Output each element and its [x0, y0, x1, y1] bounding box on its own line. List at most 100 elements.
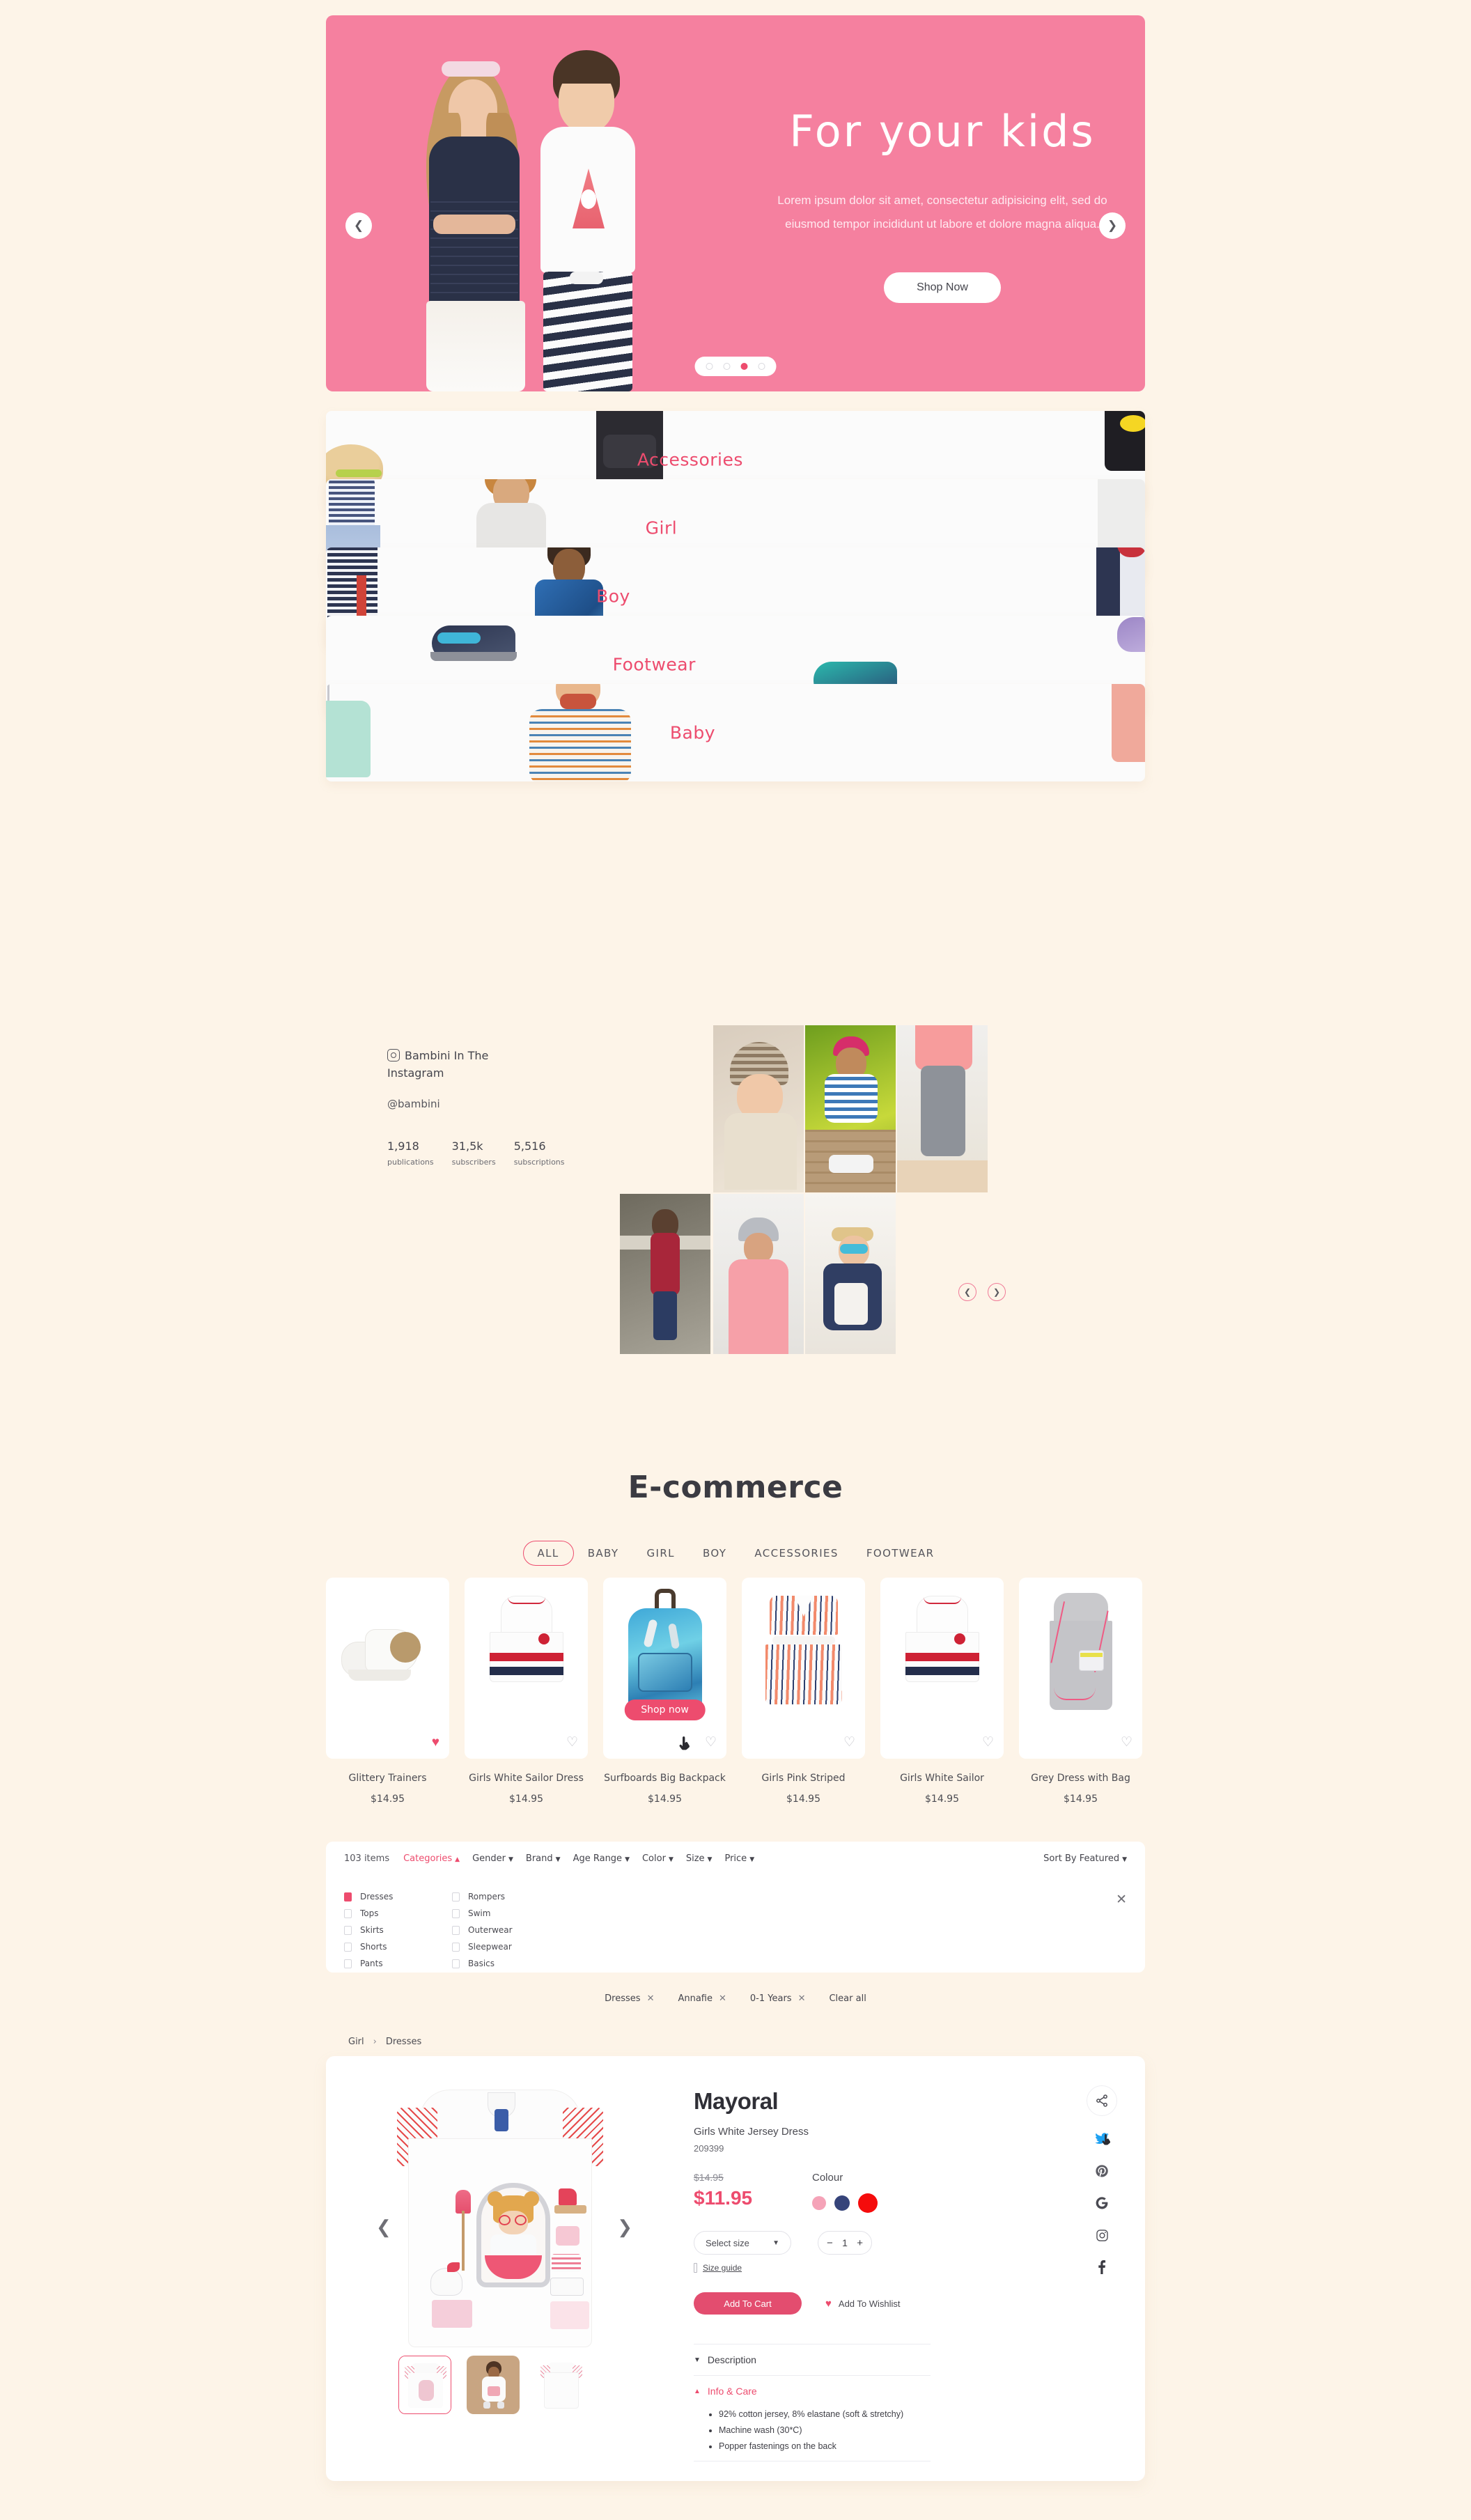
- pinterest-icon[interactable]: [1093, 2162, 1111, 2180]
- chip-annafie[interactable]: Annafie ✕: [678, 1993, 726, 2004]
- quantity-stepper[interactable]: − 1 +: [818, 2231, 872, 2255]
- size-guide-row[interactable]: Size guide: [694, 2263, 1028, 2273]
- filter-option-rompers[interactable]: Rompers: [452, 1892, 560, 1901]
- tab-girl[interactable]: GIRL: [633, 1541, 689, 1565]
- add-to-wishlist-button[interactable]: ♥ Add To Wishlist: [825, 2298, 901, 2310]
- filter-color[interactable]: Color ▼: [642, 1853, 674, 1864]
- instagram-photo[interactable]: [620, 1194, 710, 1354]
- wishlist-icon[interactable]: ♡: [982, 1736, 994, 1749]
- filter-option-swim[interactable]: Swim: [452, 1908, 560, 1918]
- close-icon[interactable]: ✕: [1116, 1893, 1127, 1906]
- filter-option-basics[interactable]: Basics: [452, 1959, 560, 1968]
- product-card[interactable]: ♡: [1019, 1578, 1142, 1759]
- hero-prev-button[interactable]: ❮: [345, 212, 372, 239]
- checkbox[interactable]: [344, 1925, 352, 1935]
- filter-option-dresses[interactable]: Dresses: [344, 1892, 452, 1901]
- hero-dot-3[interactable]: [740, 363, 748, 370]
- tab-boy[interactable]: BOY: [689, 1541, 740, 1565]
- wishlist-icon[interactable]: ♥: [432, 1736, 439, 1749]
- instagram-photo[interactable]: [897, 1025, 988, 1192]
- instagram-section: Bambini In The Instagram @bambini 1,918 …: [387, 1025, 1084, 1380]
- filter-categories[interactable]: Categories ▲: [403, 1853, 460, 1864]
- gallery-prev-button[interactable]: ❮: [376, 2218, 391, 2236]
- wishlist-icon[interactable]: ♡: [843, 1736, 855, 1749]
- product-card-hovered[interactable]: Shop now ♡: [603, 1578, 726, 1759]
- mouse-cursor-icon: [1102, 2134, 1111, 2145]
- hero-dot-2[interactable]: [723, 363, 731, 370]
- filter-age-range[interactable]: Age Range ▼: [573, 1853, 630, 1864]
- filter-price[interactable]: Price ▼: [724, 1853, 754, 1864]
- swatch-pink[interactable]: [812, 2196, 826, 2210]
- instagram-icon: [387, 1049, 400, 1061]
- filter-option-outerwear[interactable]: Outerwear: [452, 1925, 560, 1935]
- quantity-decrease-button[interactable]: −: [827, 2238, 833, 2248]
- checkbox[interactable]: [452, 1942, 460, 1952]
- google-icon[interactable]: [1093, 2194, 1111, 2212]
- category-banner-baby[interactable]: Baby: [326, 684, 1145, 781]
- checkbox[interactable]: [344, 1892, 352, 1901]
- checkbox[interactable]: [452, 1959, 460, 1968]
- add-to-cart-button[interactable]: Add To Cart: [694, 2292, 802, 2315]
- hero-dot-4[interactable]: [758, 363, 765, 370]
- hero-next-button[interactable]: ❯: [1099, 212, 1126, 239]
- filter-size[interactable]: Size ▼: [686, 1853, 713, 1864]
- instagram-grid: [546, 1025, 988, 1354]
- instagram-stats: 1,918 publications 31,5k subscribers 5,5…: [387, 1140, 565, 1167]
- instagram-photo[interactable]: [713, 1194, 804, 1354]
- checkbox[interactable]: [452, 1925, 460, 1935]
- share-icon[interactable]: [1087, 2085, 1117, 2116]
- instagram-next-button[interactable]: ❯: [988, 1283, 1006, 1301]
- swatch-navy[interactable]: [834, 2195, 850, 2211]
- filter-option-sleepwear[interactable]: Sleepwear: [452, 1942, 560, 1952]
- thumbnail-2[interactable]: [467, 2356, 520, 2414]
- size-guide-link[interactable]: Size guide: [703, 2263, 742, 2273]
- twitter-icon[interactable]: [1093, 2130, 1111, 2148]
- checkbox[interactable]: [344, 1959, 352, 1968]
- instagram-handle: @bambini: [387, 1097, 440, 1110]
- tab-all[interactable]: ALL: [522, 1541, 574, 1566]
- accordion-info-care-header[interactable]: ▲ Info & Care: [694, 2376, 931, 2406]
- product-card[interactable]: ♡: [465, 1578, 588, 1759]
- accordion-description-header[interactable]: ▼ Description: [694, 2344, 931, 2375]
- thumbnail-1[interactable]: [398, 2356, 451, 2414]
- wishlist-icon[interactable]: ♡: [566, 1736, 578, 1749]
- checkbox[interactable]: [344, 1942, 352, 1952]
- tab-baby[interactable]: BABY: [574, 1541, 633, 1565]
- instagram-prev-button[interactable]: ❮: [958, 1283, 976, 1301]
- checkbox[interactable]: [452, 1892, 460, 1901]
- quantity-increase-button[interactable]: +: [857, 2238, 863, 2248]
- gallery-next-button[interactable]: ❯: [617, 2218, 632, 2236]
- swatch-red[interactable]: [858, 2193, 878, 2213]
- checkbox[interactable]: [344, 1908, 352, 1918]
- product-card[interactable]: ♥: [326, 1578, 449, 1759]
- shop-now-overlay-button[interactable]: Shop now: [624, 1700, 706, 1720]
- filter-gender[interactable]: Gender ▼: [472, 1853, 513, 1864]
- chip-age[interactable]: 0-1 Years ✕: [750, 1993, 806, 2004]
- product-card[interactable]: ♡: [742, 1578, 865, 1759]
- chip-dresses[interactable]: Dresses ✕: [605, 1993, 654, 2004]
- hero-shop-now-button[interactable]: Shop Now: [884, 272, 1001, 303]
- size-select[interactable]: Select size ▼: [694, 2231, 791, 2255]
- wishlist-icon[interactable]: ♡: [1121, 1736, 1133, 1749]
- chevron-down-icon: ▼: [1122, 1856, 1127, 1863]
- hero-dot-1[interactable]: [706, 363, 713, 370]
- instagram-icon[interactable]: [1093, 2226, 1111, 2244]
- clear-all-button[interactable]: Clear all: [829, 1993, 866, 2004]
- thumbnail-3[interactable]: [535, 2356, 588, 2414]
- breadcrumb-parent[interactable]: Girl: [348, 2037, 364, 2047]
- instagram-photo[interactable]: [805, 1194, 896, 1354]
- tab-accessories[interactable]: ACCESSORIES: [740, 1541, 853, 1565]
- facebook-icon[interactable]: [1093, 2258, 1111, 2276]
- filter-option-tops[interactable]: Tops: [344, 1908, 452, 1918]
- filter-option-skirts[interactable]: Skirts: [344, 1925, 452, 1935]
- checkbox[interactable]: [452, 1908, 460, 1918]
- product-card[interactable]: ♡: [880, 1578, 1004, 1759]
- filter-brand[interactable]: Brand ▼: [526, 1853, 561, 1864]
- filter-option-shorts[interactable]: Shorts: [344, 1942, 452, 1952]
- filter-option-pants[interactable]: Pants: [344, 1959, 452, 1968]
- sort-dropdown[interactable]: Sort By Featured ▼: [1043, 1853, 1127, 1864]
- instagram-photo[interactable]: [805, 1025, 896, 1192]
- instagram-photo[interactable]: [713, 1025, 804, 1192]
- tab-footwear[interactable]: FOOTWEAR: [853, 1541, 949, 1565]
- wishlist-icon[interactable]: ♡: [705, 1736, 717, 1749]
